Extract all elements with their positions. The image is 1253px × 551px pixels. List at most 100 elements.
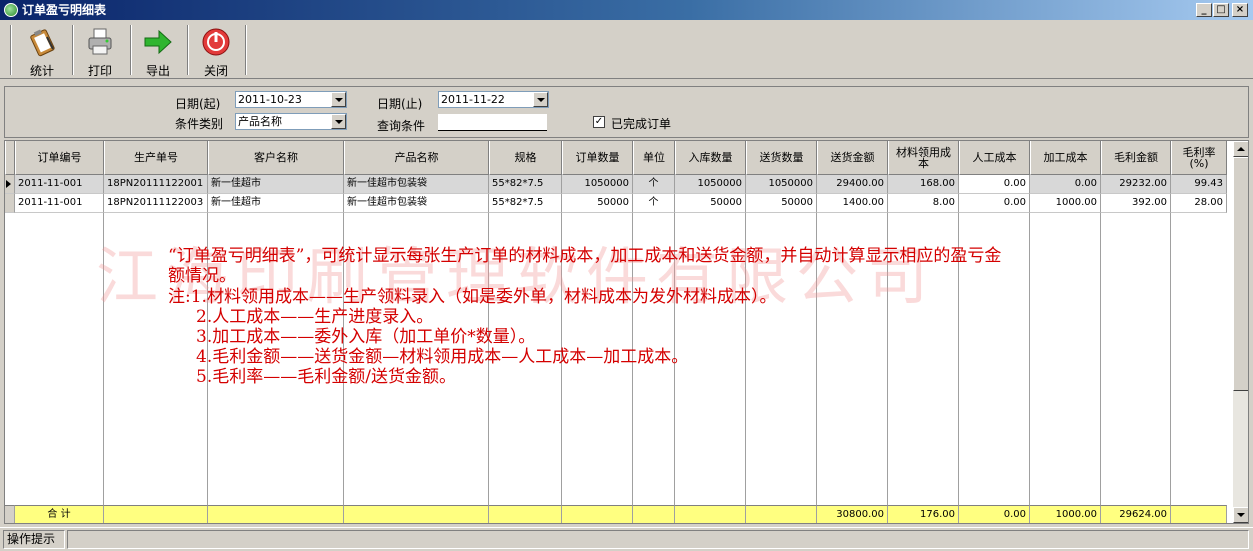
annotation-line: 额情况。	[168, 266, 236, 286]
total-cell-empty	[633, 505, 675, 523]
annotation-line: 注:1.材料领用成本——生产领料录入（如是委外单，材料成本为发外材料成本）。	[168, 287, 777, 307]
spec-cell[interactable]: 55*82*7.5	[489, 175, 562, 194]
chevron-down-icon[interactable]	[331, 114, 346, 129]
date-to-value: 2011-11-22	[441, 93, 505, 106]
date-to-picker[interactable]: 2011-11-22	[438, 91, 549, 108]
scrollbar-thumb[interactable]	[1233, 157, 1248, 391]
column-header[interactable]: 产品名称	[344, 141, 489, 175]
print-button[interactable]: 打印	[72, 25, 128, 78]
date-from-picker[interactable]: 2011-10-23	[235, 91, 347, 108]
column-header[interactable]: 送货金额	[817, 141, 888, 175]
scroll-up-button[interactable]	[1233, 141, 1248, 157]
product-cell[interactable]: 新一佳超市包装袋	[344, 194, 489, 213]
column-header[interactable]: 毛利金额	[1101, 141, 1171, 175]
delivery-qty-cell[interactable]: 1050000	[746, 175, 817, 194]
column-header[interactable]: 规格	[489, 141, 562, 175]
margin-cell[interactable]: 28.00	[1171, 194, 1227, 213]
spec-cell[interactable]: 55*82*7.5	[489, 194, 562, 213]
vertical-scrollbar[interactable]	[1233, 141, 1248, 523]
scroll-down-button[interactable]	[1233, 507, 1248, 523]
gross-profit-cell[interactable]: 392.00	[1101, 194, 1171, 213]
column-header[interactable]: 客户名称	[208, 141, 344, 175]
annotation-line: 3.加工成本——委外入库（加工单价*数量）。	[196, 327, 536, 347]
total-cell-empty	[1171, 505, 1227, 523]
close-button-label: 关闭	[203, 64, 228, 78]
row-pointer-icon	[5, 175, 15, 194]
unit-cell[interactable]: 个	[633, 194, 675, 213]
column-header[interactable]: 订单数量	[562, 141, 633, 175]
column-header[interactable]: 人工成本	[959, 141, 1030, 175]
annotation-line: 2.人工成本——生产进度录入。	[196, 307, 434, 327]
toolbar: 统计 打印 导出 关闭	[0, 21, 1253, 79]
production-no-cell[interactable]: 18PN20111122003	[104, 194, 208, 213]
completed-orders-checkbox[interactable]: ✓	[593, 116, 605, 128]
close-window-button[interactable]: ×	[1232, 3, 1248, 17]
delivery-amount-cell[interactable]: 1400.00	[817, 194, 888, 213]
column-header[interactable]: 入库数量	[675, 141, 746, 175]
material-cost-cell[interactable]: 168.00	[888, 175, 959, 194]
labor-cost-cell[interactable]: 0.00	[959, 175, 1030, 194]
total-labor-cost: 0.00	[959, 505, 1030, 523]
processing-cost-cell[interactable]: 0.00	[1030, 175, 1101, 194]
query-label: 查询条件	[377, 119, 426, 133]
delivery-amount-cell[interactable]: 29400.00	[817, 175, 888, 194]
total-label: 合 计	[15, 505, 104, 523]
production-no-cell[interactable]: 18PN20111122001	[104, 175, 208, 194]
chevron-up-icon	[1237, 147, 1245, 151]
order-profit-table: 订单编号 生产单号 客户名称 产品名称 规格 订单数量 单位 入库数量 送货数量…	[4, 140, 1249, 524]
column-header[interactable]: 送货数量	[746, 141, 817, 175]
annotation-line: 5.毛利率——毛利金额/送货金额。	[196, 367, 456, 387]
total-gross-profit: 29624.00	[1101, 505, 1171, 523]
category-label: 条件类别	[175, 117, 224, 131]
minimize-button[interactable]: _	[1196, 3, 1212, 17]
date-to-label: 日期(止)	[377, 97, 423, 111]
order-no-cell[interactable]: 2011-11-001	[15, 175, 104, 194]
total-material-cost: 176.00	[888, 505, 959, 523]
toolbar-separator	[10, 25, 12, 75]
power-icon	[202, 28, 230, 56]
total-cell-empty	[344, 505, 489, 523]
filter-panel: 日期(起) 2011-10-23 日期(止) 2011-11-22 条件类别 产…	[4, 86, 1249, 138]
customer-cell[interactable]: 新一佳超市	[208, 194, 344, 213]
maximize-button[interactable]: □	[1213, 3, 1229, 17]
category-value: 产品名称	[238, 115, 282, 128]
gross-profit-cell[interactable]: 29232.00	[1101, 175, 1171, 194]
status-message-pane	[67, 530, 1249, 549]
margin-cell[interactable]: 99.43	[1171, 175, 1227, 194]
chevron-down-icon[interactable]	[533, 92, 548, 107]
row-indicator	[5, 505, 15, 523]
column-header[interactable]: 加工成本	[1030, 141, 1101, 175]
total-cell-empty	[562, 505, 633, 523]
column-header[interactable]: 材料领用成本	[888, 141, 959, 175]
customer-cell[interactable]: 新一佳超市	[208, 175, 344, 194]
status-bar: 操作提示	[0, 527, 1253, 551]
material-cost-cell[interactable]: 8.00	[888, 194, 959, 213]
delivery-qty-cell[interactable]: 50000	[746, 194, 817, 213]
product-cell[interactable]: 新一佳超市包装袋	[344, 175, 489, 194]
column-header[interactable]: 毛利率(%)	[1171, 141, 1227, 175]
column-header[interactable]: 单位	[633, 141, 675, 175]
labor-cost-cell[interactable]: 0.00	[959, 194, 1030, 213]
unit-cell[interactable]: 个	[633, 175, 675, 194]
order-no-cell[interactable]: 2011-11-001	[15, 194, 104, 213]
chevron-down-icon[interactable]	[331, 92, 346, 107]
column-header[interactable]: 订单编号	[15, 141, 104, 175]
column-header[interactable]: 生产单号	[104, 141, 208, 175]
stats-button[interactable]: 统计	[14, 25, 70, 78]
processing-cost-cell[interactable]: 1000.00	[1030, 194, 1101, 213]
annotation-line: “订单盈亏明细表”，可统计显示每张生产订单的材料成本，加工成本和送货金额，并自动…	[168, 246, 1002, 266]
order-qty-cell[interactable]: 1050000	[562, 175, 633, 194]
annotation-line: 4.毛利金额——送货金额—材料领用成本—人工成本—加工成本。	[196, 347, 689, 367]
stock-in-qty-cell[interactable]: 1050000	[675, 175, 746, 194]
status-hint: 操作提示	[3, 530, 65, 549]
category-select[interactable]: 产品名称	[235, 113, 347, 130]
chevron-down-icon	[1237, 513, 1245, 517]
total-cell-empty	[675, 505, 746, 523]
order-qty-cell[interactable]: 50000	[562, 194, 633, 213]
stock-in-qty-cell[interactable]: 50000	[675, 194, 746, 213]
print-button-label: 打印	[87, 64, 112, 78]
stats-button-label: 统计	[29, 64, 54, 78]
close-button[interactable]: 关闭	[188, 25, 244, 78]
query-input[interactable]	[438, 114, 547, 131]
export-button[interactable]: 导出	[130, 25, 186, 78]
